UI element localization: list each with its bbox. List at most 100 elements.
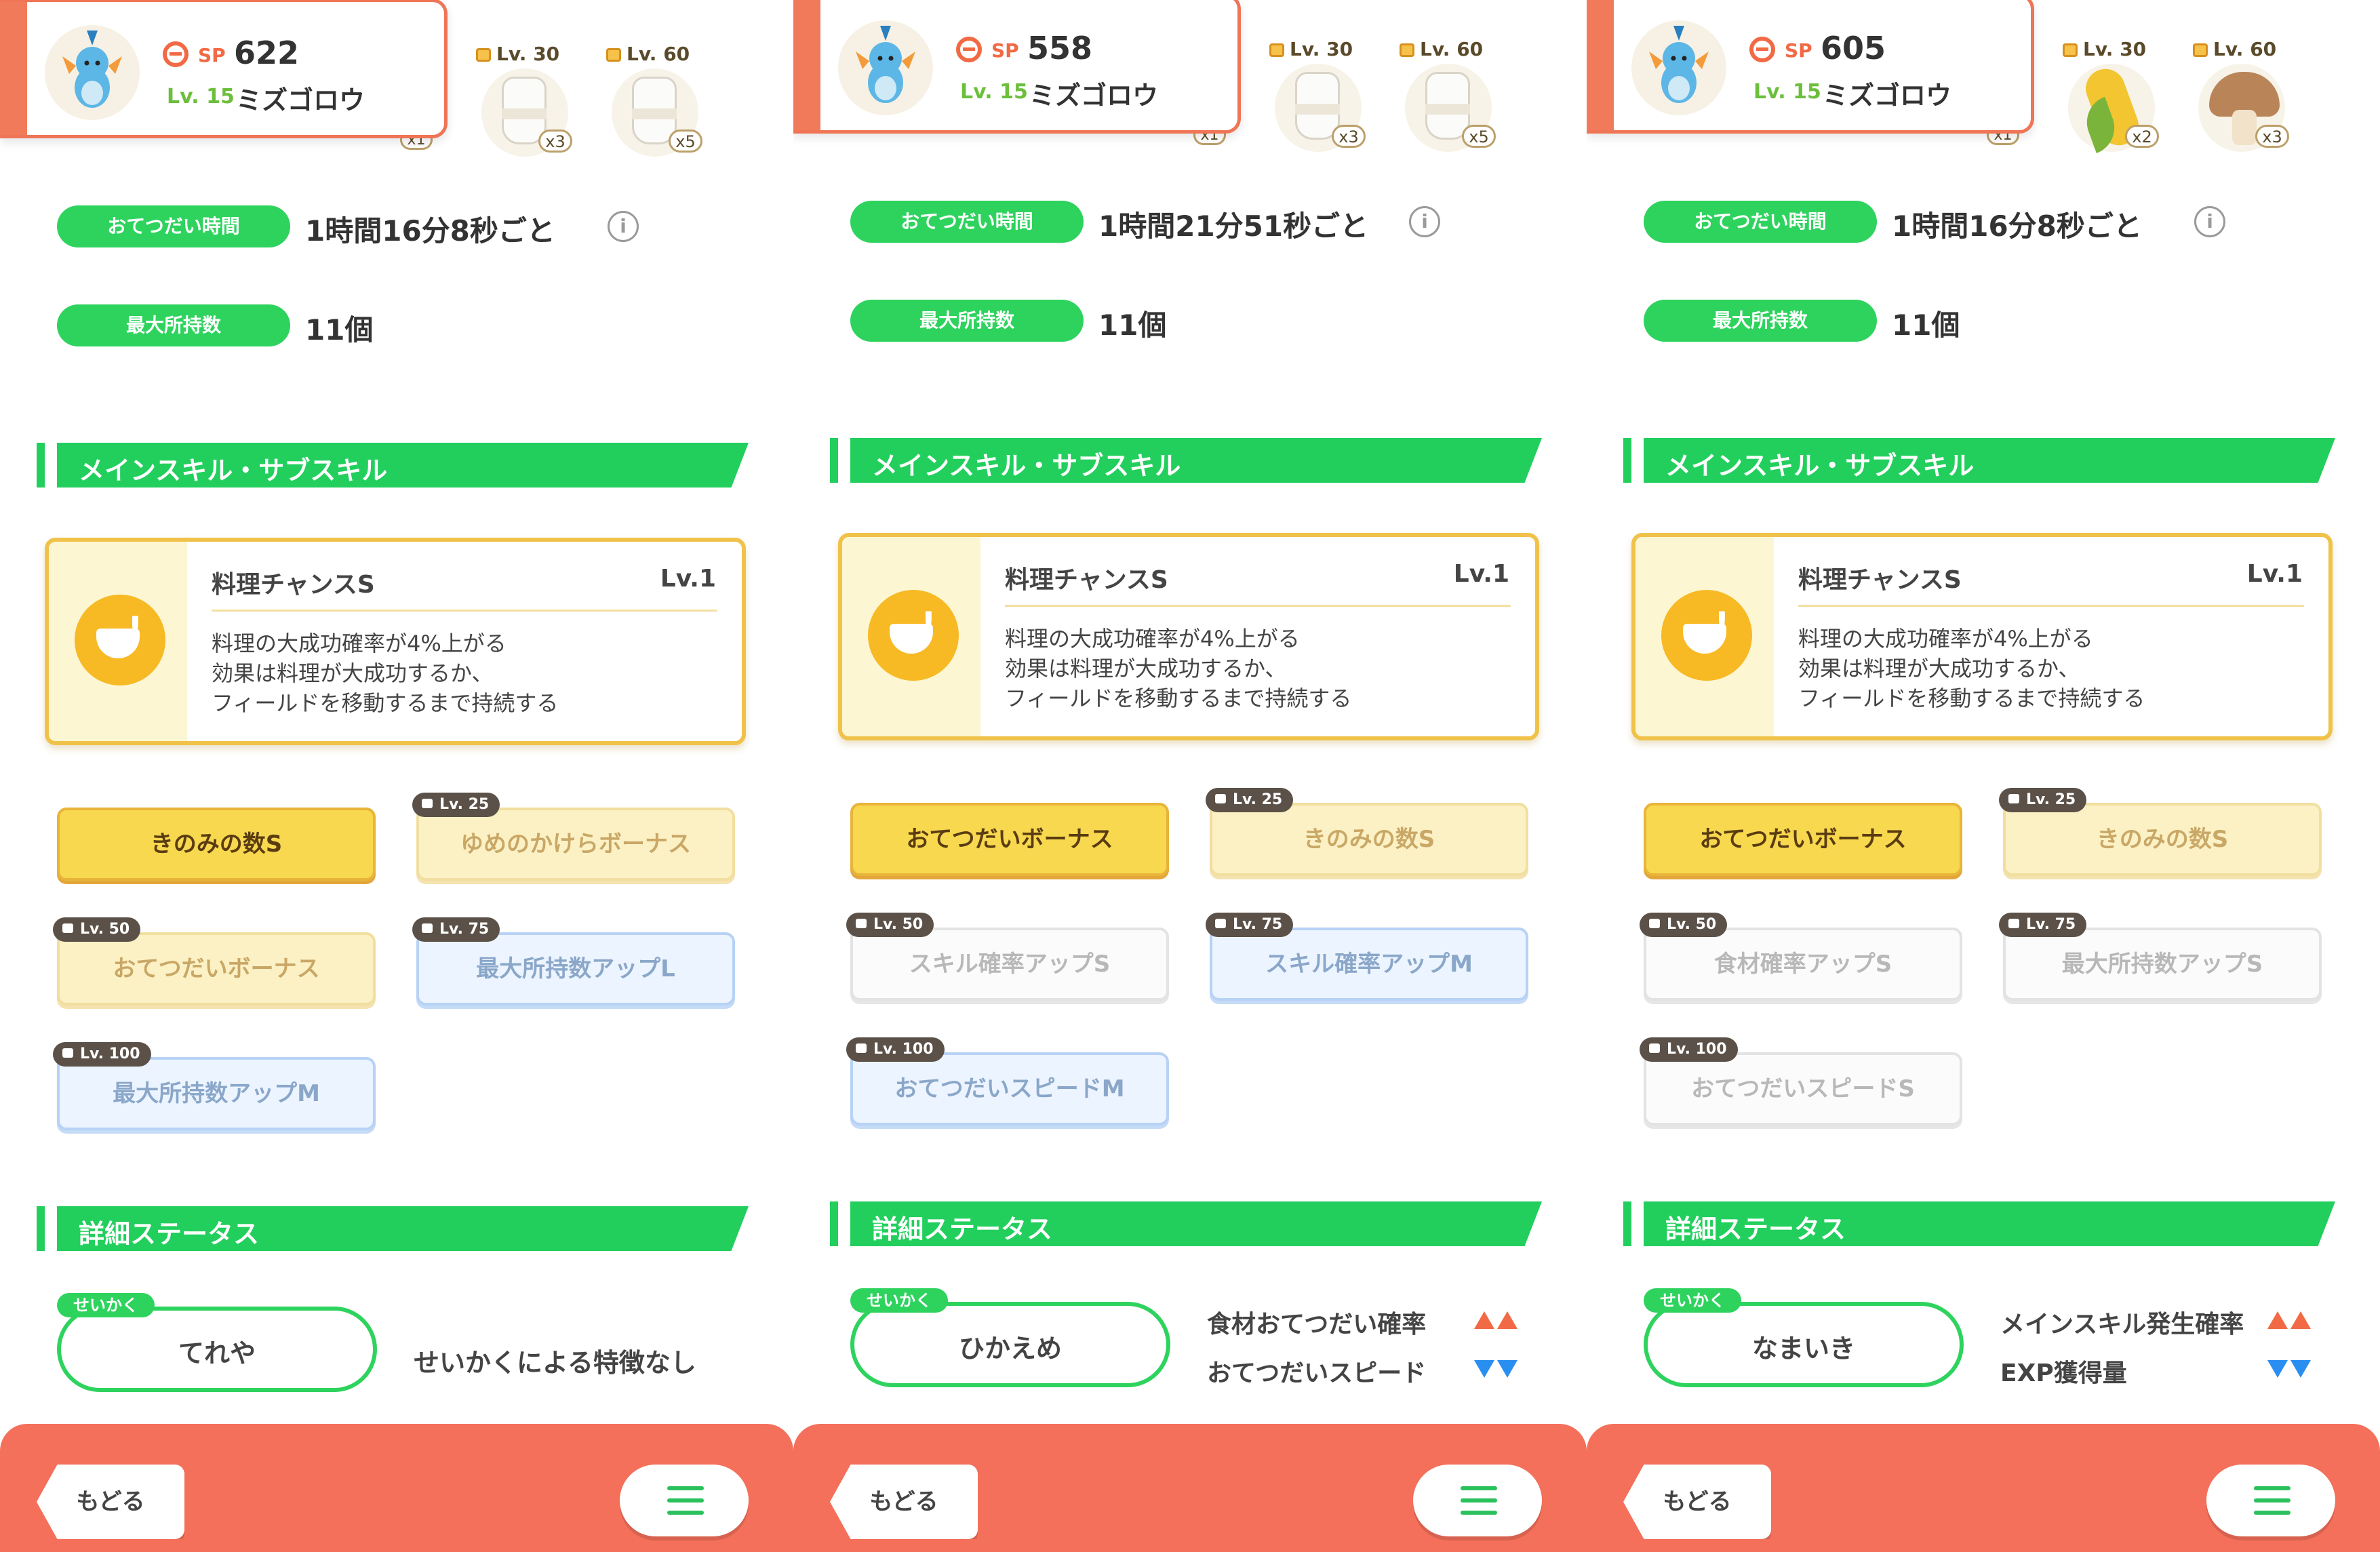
lock-level: Lv. 50 xyxy=(873,916,924,933)
main-skill-level: Lv.1 xyxy=(660,565,716,593)
pokemon-header-card[interactable]: SP 605 Lv. 15 ミズゴロウ xyxy=(1587,0,2034,134)
lock-icon xyxy=(2008,794,2019,803)
max-carry-label: 最大所持数 xyxy=(57,304,290,346)
lock-icon xyxy=(1269,43,1284,57)
ingredient-count: x3 xyxy=(538,130,572,153)
sub-skill-button[interactable]: おてつだいスピードS xyxy=(1644,1052,1962,1126)
nature-value: てれや xyxy=(178,1338,256,1368)
lock-icon xyxy=(2008,919,2019,928)
pokemon-avatar xyxy=(45,25,140,120)
help-time-value: 1時間21分51秒ごと xyxy=(1098,210,1369,243)
sub-skill-lock-badge: Lv. 100 xyxy=(53,1042,151,1067)
sub-skill-button[interactable]: きのみの数S xyxy=(57,808,376,881)
ingredient-lock-label: Lv. 60 xyxy=(606,43,690,65)
sub-skill-button[interactable]: おてつだいボーナス xyxy=(1644,803,1962,876)
max-carry-value: 11個 xyxy=(1892,309,1960,342)
back-button[interactable]: もどる xyxy=(37,1465,184,1539)
ingredient-lock-level: Lv. 60 xyxy=(1420,38,1484,60)
cooking-pot-icon xyxy=(75,595,165,685)
bottom-bar: もどる xyxy=(1587,1418,2380,1552)
ingredient-lock-level: Lv. 30 xyxy=(2083,38,2147,60)
ingredient-slot: Lv. 60 x3 xyxy=(2183,23,2299,159)
sp-icon xyxy=(956,37,982,62)
nature-effect-none: せいかくによる特徴なし xyxy=(414,1348,696,1378)
section-banner-details: 詳細ステータス xyxy=(37,1206,749,1251)
pokemon-header-card[interactable]: SP 558 Lv. 15 ミズゴロウ xyxy=(793,0,1241,134)
nature-box[interactable]: ひかえめ xyxy=(850,1302,1170,1387)
pokemon-name: ミズゴロウ xyxy=(1029,81,1159,111)
sub-skill-button[interactable]: 食材確率アップS xyxy=(1644,928,1962,1001)
stat-up-icon xyxy=(2265,1311,2311,1332)
sub-skill-button[interactable]: きのみの数S xyxy=(2003,803,2322,876)
sub-skill-button[interactable]: ゆめのかけらボーナス xyxy=(416,808,735,881)
nature-tag: せいかく xyxy=(1644,1288,1741,1313)
ingredient-count: x3 xyxy=(1332,125,1366,148)
main-skill-card[interactable]: 料理チャンスS Lv.1 料理の大成功確率が4%上がる 効果は料理が大成功するか、 … xyxy=(45,538,746,745)
sub-skill-button[interactable]: おてつだいボーナス xyxy=(57,932,376,1006)
sub-skill-lock-badge: Lv. 100 xyxy=(846,1037,945,1062)
sub-skill-lock-badge: Lv. 25 xyxy=(1206,788,1294,812)
lock-icon xyxy=(2063,43,2078,57)
sub-skill-button[interactable]: おてつだいボーナス xyxy=(850,803,1169,876)
lock-icon xyxy=(856,919,867,928)
info-icon[interactable]: i xyxy=(608,211,639,242)
ingredient-count: x5 xyxy=(1462,125,1496,148)
sp-label: SP xyxy=(198,44,226,66)
main-skill-level: Lv.1 xyxy=(2246,560,2303,588)
sp-label: SP xyxy=(1785,39,1812,62)
lock-level: Lv. 75 xyxy=(1233,916,1283,933)
ingredient-count: x5 xyxy=(669,130,702,153)
lock-level: Lv. 25 xyxy=(1233,791,1283,808)
sub-skill-lock-badge: Lv. 25 xyxy=(1999,788,2087,812)
sub-skill-button[interactable]: スキル確率アップM xyxy=(1210,928,1528,1001)
arrow-up-icon xyxy=(1474,1311,1494,1329)
nature-box[interactable]: なまいき xyxy=(1644,1302,1964,1387)
ingredient-slot: Lv. 60 x5 xyxy=(1390,23,1505,159)
header-accent-stripe xyxy=(1587,0,1614,130)
panel-content: x1 SP 605 Lv. 15 ミズゴロウ Lv. 30 x2 Lv. 60 x3 おてつだい時… xyxy=(1587,0,2380,1552)
menu-icon xyxy=(667,1511,704,1515)
sub-skill-button[interactable]: きのみの数S xyxy=(1210,803,1528,876)
nature-effect-label: EXP獲得量 xyxy=(2000,1359,2127,1387)
sub-skill-button[interactable]: 最大所持数アップS xyxy=(2003,928,2322,1001)
header-accent-stripe xyxy=(0,2,27,135)
ingredient-lock-label: Lv. 30 xyxy=(1269,38,1353,60)
back-button[interactable]: もどる xyxy=(830,1465,978,1539)
sub-skill-button[interactable]: スキル確率アップS xyxy=(850,928,1169,1001)
ingredient-count: x3 xyxy=(2255,125,2289,148)
back-button[interactable]: もどる xyxy=(1623,1465,1771,1539)
main-skill-card[interactable]: 料理チャンスS Lv.1 料理の大成功確率が4%上がる 効果は料理が大成功するか、 … xyxy=(838,533,1539,740)
nature-box[interactable]: てれや xyxy=(57,1307,377,1392)
section-title: 詳細ステータス xyxy=(872,1214,1053,1244)
sub-skill-button[interactable]: おてつだいスピードM xyxy=(850,1052,1169,1126)
lock-icon xyxy=(1649,1043,1660,1053)
main-skill-description: 料理の大成功確率が4%上がる 効果は料理が大成功するか、 フィールドを移動するま… xyxy=(1798,626,2145,711)
info-icon[interactable]: i xyxy=(2194,206,2225,237)
main-skill-name: 料理チャンスS xyxy=(1005,566,1168,594)
menu-icon xyxy=(2254,1498,2290,1503)
menu-button[interactable] xyxy=(1413,1465,1542,1536)
main-skill-description: 料理の大成功確率が4%上がる 効果は料理が大成功するか、 フィールドを移動するま… xyxy=(1005,626,1352,711)
ingredient-slot: Lv. 60 x5 xyxy=(597,28,712,163)
pokemon-header-card[interactable]: SP 622 Lv. 15 ミズゴロウ xyxy=(0,0,448,138)
nature-tag: せいかく xyxy=(57,1293,155,1317)
sub-skill-lock-badge: Lv. 50 xyxy=(846,913,934,937)
sub-skill-button[interactable]: 最大所持数アップM xyxy=(57,1057,376,1130)
sub-skill-button[interactable]: 最大所持数アップL xyxy=(416,932,735,1006)
divider xyxy=(1005,605,1511,607)
sub-skill-lock-badge: Lv. 75 xyxy=(1206,913,1294,937)
stat-up-icon xyxy=(1471,1311,1518,1332)
pokemon-name: ミズゴロウ xyxy=(1823,81,1952,111)
info-icon[interactable]: i xyxy=(1409,206,1440,237)
arrow-down-icon xyxy=(2267,1360,2288,1378)
lock-icon xyxy=(1215,794,1226,803)
pokemon-level: Lv. 15 xyxy=(167,85,235,108)
main-skill-card[interactable]: 料理チャンスS Lv.1 料理の大成功確率が4%上がる 効果は料理が大成功するか、 … xyxy=(1631,533,2333,740)
nature-effect-label: おてつだいスピード xyxy=(1207,1359,1427,1387)
main-skill-name: 料理チャンスS xyxy=(1798,566,1962,594)
menu-button[interactable] xyxy=(2206,1465,2335,1536)
banner-bar xyxy=(830,1201,838,1246)
stat-down-icon xyxy=(1471,1360,1518,1380)
menu-button[interactable] xyxy=(620,1465,749,1536)
arrow-down-icon xyxy=(2290,1360,2311,1378)
